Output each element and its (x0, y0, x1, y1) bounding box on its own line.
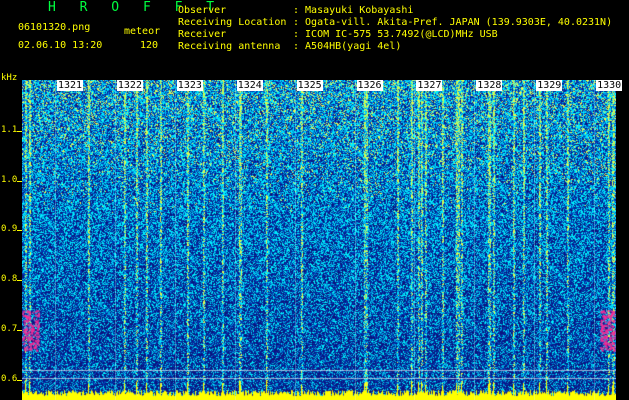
x-grid-line (114, 80, 116, 400)
observer-value: : Masayuki Kobayashi (293, 5, 414, 16)
datetime: 02.06.10 13:20 (18, 40, 103, 51)
x-tick-label: 1327 (416, 80, 443, 91)
y-tick-label: 0.6 (1, 373, 18, 384)
header-panel: H R O F F T 06101320.png 02.06.10 13:20 … (0, 0, 629, 80)
y-tick-label: 1.0 (1, 174, 18, 185)
y-tick-mark (17, 230, 22, 232)
spectrogram-canvas (22, 80, 616, 400)
antenna-value: : A504HB(yagi 4el) (293, 41, 402, 52)
x-tick-label: 1330 (596, 80, 623, 91)
observer-label: Observer (178, 5, 227, 16)
y-tick-label: 0.9 (1, 224, 18, 235)
location-value: : Ogata-vill. Akita-Pref. JAPAN (139.930… (293, 17, 613, 28)
y-tick-mark (17, 329, 22, 331)
y-tick-mark (17, 280, 22, 282)
x-grid-line (594, 80, 596, 400)
receiver-label: Receiver (178, 29, 227, 40)
y-tick-label: 0.8 (1, 274, 18, 285)
x-tick-label: 1325 (296, 80, 323, 91)
receiver-value: : ICOM IC-575 53.7492(@LCD)MHz USB (293, 29, 498, 40)
x-grid-line (354, 80, 356, 400)
meteor-label: meteor (124, 26, 161, 37)
y-tick-mark (17, 379, 22, 381)
x-grid-line (55, 80, 56, 400)
x-tick-label: 1328 (476, 80, 503, 91)
x-grid-line (414, 80, 416, 400)
y-unit-label: kHz (1, 73, 18, 83)
location-label: Receiving Location (178, 17, 287, 28)
y-tick-label: 1.1 (1, 125, 18, 135)
x-grid-line (294, 80, 296, 400)
y-tick-mark (17, 180, 22, 182)
x-grid-line (174, 80, 176, 400)
y-tick-label: 0.7 (1, 323, 18, 334)
y-axis: kHz 1.1 1.0 0.9 0.8 0.7 0.6 (0, 0, 22, 400)
x-grid-line (534, 80, 536, 400)
meteor-count: 120 (140, 40, 159, 51)
x-grid-line (234, 80, 236, 400)
x-grid-line (474, 80, 476, 400)
x-tick-label: 1322 (116, 80, 143, 91)
x-tick-label: 1326 (356, 80, 383, 91)
x-tick-label: 1323 (176, 80, 203, 91)
x-tick-label: 1329 (536, 80, 563, 91)
x-tick-label: 1321 (57, 80, 84, 91)
file-name: 06101320.png (18, 22, 91, 33)
antenna-label: Receiving antenna (178, 41, 281, 52)
x-tick-label: 1324 (236, 80, 263, 91)
y-tick-mark (17, 131, 22, 132)
